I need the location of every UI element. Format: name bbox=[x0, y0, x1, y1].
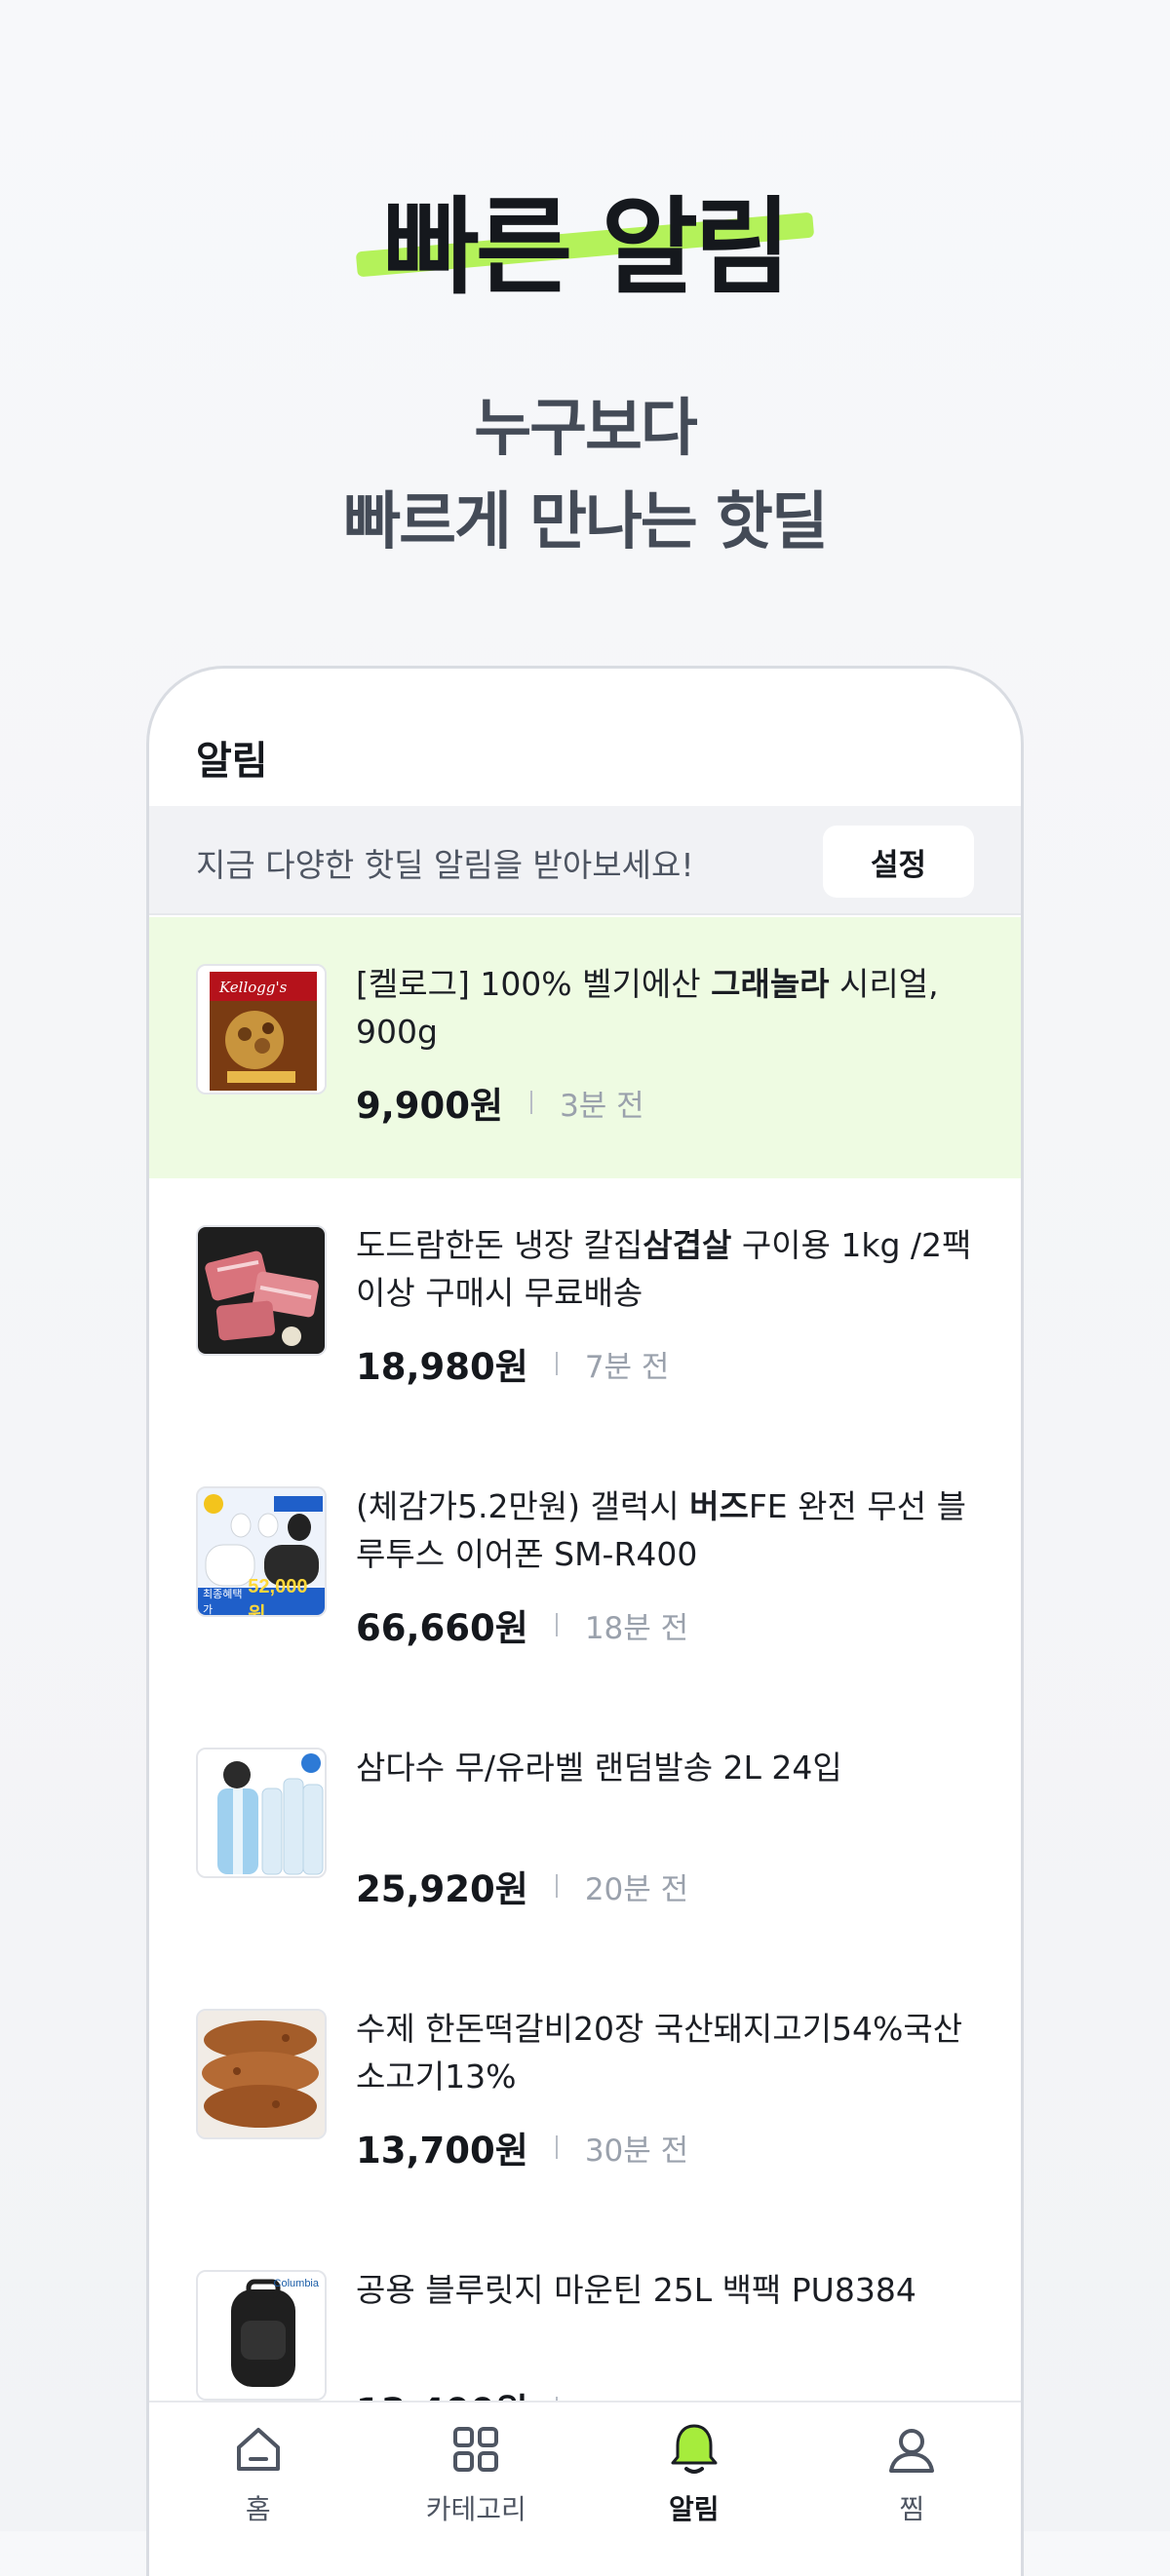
tab-label: 알림 bbox=[668, 2493, 720, 2525]
item-title: 도드람한돈 냉장 칼집삼겹살 구이용 1kg /2팩이상 구매시 무료배송 bbox=[356, 1226, 972, 1312]
cereal-box-icon: Kellogg's bbox=[196, 964, 327, 1095]
brand-label: Columbia bbox=[273, 2278, 319, 2289]
phone-frame: 알림 지금 다양한 핫딜 알림을 받아보세요! 설정 Kellogg's [켈로… bbox=[146, 666, 1024, 2576]
item-meta: 66,660원 18분 전 bbox=[356, 1598, 688, 1651]
notification-banner: 지금 다양한 핫딜 알림을 받아보세요! 설정 bbox=[149, 806, 1021, 915]
price-badge: 최종혜택가 52,000원 bbox=[198, 1576, 325, 1615]
bottom-tab-bar: 홈 카테고리 알림 찜 bbox=[149, 2401, 1021, 2576]
item-price: 66,660원 bbox=[356, 1607, 528, 1649]
item-time: 7분 전 bbox=[584, 1349, 670, 1385]
item-title: [켈로그] 100% 벨기에산 그래놀라 시리얼, 900g bbox=[356, 965, 939, 1051]
backpack-icon: Columbia bbox=[196, 2270, 327, 2401]
notification-list: Kellogg's [켈로그] 100% 벨기에산 그래놀라 시리얼, 900g… bbox=[149, 917, 1021, 2484]
tab-label: 홈 bbox=[245, 2493, 271, 2525]
item-time: 30분 전 bbox=[584, 2133, 689, 2169]
list-item[interactable]: 도드람한돈 냉장 칼집삼겹살 구이용 1kg /2팩이상 구매시 무료배송 18… bbox=[149, 1178, 1021, 1440]
item-time: 18분 전 bbox=[584, 1610, 689, 1646]
tab-label: 카테고리 bbox=[425, 2493, 526, 2525]
item-price: 25,920원 bbox=[356, 1868, 528, 1910]
tab-wishlist[interactable]: 찜 bbox=[803, 2403, 1022, 2576]
svg-text:Kellogg's: Kellogg's bbox=[218, 979, 288, 996]
item-price: 18,980원 bbox=[356, 1346, 528, 1388]
item-title: 공용 블루릿지 마운틴 25L 백팩 PU8384 bbox=[356, 2271, 916, 2309]
item-price: 9,900원 bbox=[356, 1085, 504, 1127]
hero-subtitle-line2: 빠르게 만나는 핫딜 bbox=[343, 486, 829, 558]
tab-category[interactable]: 카테고리 bbox=[368, 2403, 586, 2576]
pork-belly-icon bbox=[196, 1225, 327, 1356]
list-item[interactable]: Kellogg's [켈로그] 100% 벨기에산 그래놀라 시리얼, 900g… bbox=[149, 917, 1021, 1178]
settings-button[interactable]: 설정 bbox=[823, 826, 974, 898]
meta-divider bbox=[555, 1352, 558, 1375]
promo-hero: 빠른 알림 누구보다 빠르게 만나는 핫딜 bbox=[0, 0, 1170, 643]
tab-label: 찜 bbox=[899, 2493, 925, 2525]
item-time: 3분 전 bbox=[560, 1088, 644, 1124]
meta-divider bbox=[555, 2135, 558, 2159]
bell-icon bbox=[671, 2424, 718, 2474]
list-item[interactable]: 수제 한돈떡갈비20장 국산돼지고기54%국산소고기13% 13,700원 30… bbox=[149, 1962, 1021, 2223]
hero-title: 빠른 알림 bbox=[382, 187, 791, 309]
item-meta: 18,980원 7분 전 bbox=[356, 1337, 669, 1390]
patty-icon bbox=[196, 2009, 327, 2139]
item-time: 20분 전 bbox=[584, 1871, 689, 1907]
home-icon bbox=[236, 2428, 280, 2471]
item-title: 삼다수 무/유라벨 랜덤발송 2L 24입 bbox=[356, 1749, 842, 1787]
item-title: (체감가5.2만원) 갤럭시 버즈FE 완전 무선 블루투스 이어폰 SM-R4… bbox=[356, 1487, 966, 1573]
item-price: 13,700원 bbox=[356, 2130, 528, 2172]
hero-subtitle: 누구보다 빠르게 만나는 핫딜 bbox=[0, 382, 1170, 569]
banner-text: 지금 다양한 핫딜 알림을 받아보세요! bbox=[196, 846, 694, 884]
list-item[interactable]: 삼다수 무/유라벨 랜덤발송 2L 24입 25,920원 20분 전 bbox=[149, 1701, 1021, 1962]
water-bottle-icon bbox=[196, 1748, 327, 1878]
tab-notifications[interactable]: 알림 bbox=[585, 2403, 803, 2576]
category-grid-icon bbox=[453, 2427, 499, 2472]
earbuds-icon: 최종혜택가 52,000원 bbox=[196, 1486, 327, 1617]
list-item[interactable]: 최종혜택가 52,000원 (체감가5.2만원) 갤럭시 버즈FE 완전 무선 … bbox=[149, 1440, 1021, 1701]
meta-divider bbox=[555, 1613, 558, 1636]
tab-home[interactable]: 홈 bbox=[149, 2403, 368, 2576]
item-meta: 25,920원 20분 전 bbox=[356, 1860, 688, 1912]
hero-subtitle-line1: 누구보다 bbox=[474, 393, 698, 465]
meta-divider bbox=[530, 1091, 533, 1114]
item-title: 수제 한돈떡갈비20장 국산돼지고기54%국산소고기13% bbox=[356, 2010, 963, 2095]
page-title: 알림 bbox=[196, 739, 268, 784]
item-meta: 13,700원 30분 전 bbox=[356, 2121, 688, 2173]
profile-icon bbox=[889, 2429, 935, 2473]
item-meta: 9,900원 3분 전 bbox=[356, 1076, 644, 1129]
meta-divider bbox=[555, 1874, 558, 1898]
